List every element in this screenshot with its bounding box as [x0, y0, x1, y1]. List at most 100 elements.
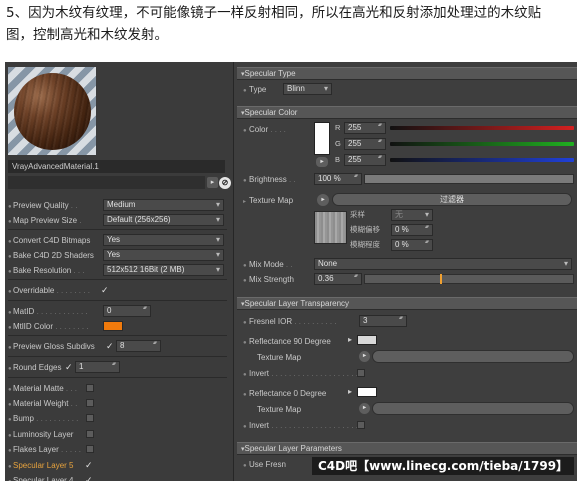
checkbox[interactable] [86, 445, 94, 453]
texture-menu-arrow-icon-2[interactable]: ▸ [359, 351, 370, 362]
mix-strength-input[interactable]: 0.36 [314, 273, 362, 285]
row-flakes-layer: ●Flakes Layer . . . . . [8, 443, 81, 456]
tutorial-caption: 5、因为木纹有纹理，不可能像镜子一样反射相同，所以在高光和反射添加处理过的木纹贴… [6, 2, 578, 46]
row-invert-2: ● Invert . . . . . . . . . . . . . . . . … [243, 421, 363, 430]
rgb-channel-label: R [335, 123, 341, 132]
texture-filter-button[interactable]: 过滤器 [332, 193, 572, 206]
row-preview-quality: ●Preview Quality . . [8, 199, 77, 212]
panel-divider [8, 229, 227, 230]
section-transparency[interactable]: ▾Specular Layer Transparency [237, 297, 577, 310]
color-swatch[interactable] [103, 321, 123, 331]
dropdown[interactable]: 512x512 16Bit (2 MB) [103, 264, 224, 276]
number-input[interactable]: 8 [116, 340, 161, 352]
sampling-label: 采样 [350, 210, 365, 219]
rgb-slider[interactable] [390, 158, 574, 162]
row-bump: ●Bump . . . . . . . . . . [8, 412, 78, 425]
panel-divider [8, 335, 227, 336]
row-use-fresnel: ● Use Fresn [243, 460, 286, 469]
panel-divider [8, 356, 227, 357]
caption-line-1: 5、因为木纹有纹理，不可能像镜子一样反射相同，所以在高光和反射添加处理过的木纹贴 [6, 5, 542, 21]
brightness-fill [365, 175, 573, 183]
material-toolbar [8, 176, 205, 189]
menu-arrow-icon[interactable]: ▸ [207, 177, 218, 188]
pin-icon[interactable]: ⊘ [219, 177, 231, 189]
color-mode-arrow-icon[interactable]: ▸ [316, 157, 328, 167]
material-attributes-panel: ▾Specular Type ●Type Blinn ▾Specular Col… [237, 62, 577, 481]
rgb-channel-label: B [335, 155, 341, 164]
preview-sphere [14, 73, 91, 150]
type-dropdown[interactable]: Blinn [283, 83, 332, 95]
rgb-value-input[interactable]: 255 [344, 154, 386, 166]
section-specular-color[interactable]: ▾Specular Color [237, 106, 577, 119]
row-map-preview-size: ●Map Preview Size . [8, 214, 81, 227]
row-specular-layer-5: ●Specular Layer 5 [8, 459, 73, 472]
row-mix-mode: ● Mix Mode . . [243, 260, 293, 269]
reflectance-0-swatch[interactable] [357, 387, 377, 397]
row-overridable: ●Overridable . . . . . . . . [8, 284, 90, 297]
number-input[interactable]: 1 [75, 361, 120, 373]
rgb-value-input[interactable]: 255 [344, 122, 386, 134]
checkbox[interactable] [86, 384, 94, 392]
checkmark-icon[interactable]: ✓ [85, 475, 93, 481]
checkbox[interactable] [86, 414, 94, 422]
checkmark-icon[interactable]: ✓ [106, 341, 114, 351]
checkbox[interactable] [86, 399, 94, 407]
mix-mode-dropdown[interactable]: None [314, 258, 572, 270]
rgb-value-input[interactable]: 255 [344, 138, 386, 150]
dropdown[interactable]: Yes [103, 249, 224, 261]
specular-color-swatch[interactable] [314, 122, 330, 155]
texture-thumbnail[interactable] [314, 211, 347, 244]
row-round-edges: ●Round Edges [8, 361, 61, 374]
panel-divider [8, 300, 227, 301]
checkmark-icon[interactable]: ✓ [65, 362, 73, 372]
rgb-channel-label: G [335, 139, 341, 148]
expand-arrow-icon[interactable]: ▸ [348, 335, 352, 344]
section-parameters[interactable]: ▾Specular Layer Parameters [237, 442, 577, 455]
panel-divider [8, 377, 227, 378]
panel-divider [8, 279, 227, 280]
brightness-slider[interactable] [364, 174, 574, 184]
checkmark-icon[interactable]: ✓ [85, 460, 93, 470]
invert-2-checkbox[interactable] [357, 421, 365, 429]
blur-offset-label: 模糊偏移 [350, 225, 380, 234]
texture-map-3-button[interactable] [372, 402, 574, 415]
dropdown[interactable]: Yes [103, 234, 224, 246]
texture-map-2-button[interactable] [372, 350, 574, 363]
blur-degree-label: 模糊程度 [350, 240, 380, 249]
rgb-slider[interactable] [390, 142, 574, 146]
row-specular-layer-4: ●Specular Layer 4 [8, 474, 73, 481]
expand-arrow-icon-2[interactable]: ▸ [348, 387, 352, 396]
number-input[interactable]: 0 [103, 305, 151, 317]
sampling-dropdown[interactable]: 无 [391, 209, 433, 221]
row-convert-c4d-bitmaps: ●Convert C4D Bitmaps [8, 234, 90, 247]
brightness-input[interactable]: 100 % [314, 173, 362, 185]
mix-strength-knob[interactable] [439, 274, 442, 284]
reflectance-90-swatch[interactable] [357, 335, 377, 345]
row-preview-gloss-subdivs: ●Preview Gloss Subdivs [8, 340, 95, 353]
texture-menu-arrow-icon[interactable]: ▸ [317, 194, 329, 206]
checkbox[interactable] [86, 430, 94, 438]
checkmark-icon[interactable]: ✓ [101, 285, 109, 295]
material-name-field[interactable]: VrayAdvancedMaterial.1 [8, 160, 225, 173]
blur-degree-input[interactable]: 0 % [391, 239, 433, 251]
row-matid: ●MatID . . . . . . . . . . . . [8, 305, 88, 318]
watermark: C4D吧【www.linecg.com/tieba/1799】 [312, 457, 574, 475]
material-preview[interactable] [8, 67, 96, 155]
blur-offset-input[interactable]: 0 % [391, 224, 433, 236]
row-reflectance-90: ● Reflectance 90 Degree [243, 337, 331, 346]
material-list-panel: VrayAdvancedMaterial.1 ▸ ⊘ ●Preview Qual… [5, 62, 234, 481]
texture-menu-arrow-icon-3[interactable]: ▸ [359, 403, 370, 414]
row-texture-map-3: Texture Map [257, 405, 302, 414]
dropdown[interactable]: Medium [103, 199, 224, 211]
material-editor: VrayAdvancedMaterial.1 ▸ ⊘ ●Preview Qual… [5, 62, 577, 481]
mix-strength-slider[interactable] [364, 274, 574, 284]
row-luminosity-layer: ●Luminosity Layer [8, 428, 73, 441]
section-specular-type[interactable]: ▾Specular Type [237, 67, 577, 80]
invert-checkbox[interactable] [357, 369, 365, 377]
rgb-slider[interactable] [390, 126, 574, 130]
row-reflectance-0: ● Reflectance 0 Degree [243, 389, 327, 398]
fresnel-ior-input[interactable]: 3 [359, 315, 407, 327]
caption-line-2: 图，控制高光和木纹发射。 [6, 27, 168, 43]
dropdown[interactable]: Default (256x256) [103, 214, 224, 226]
row-type: ● Type [243, 85, 267, 94]
